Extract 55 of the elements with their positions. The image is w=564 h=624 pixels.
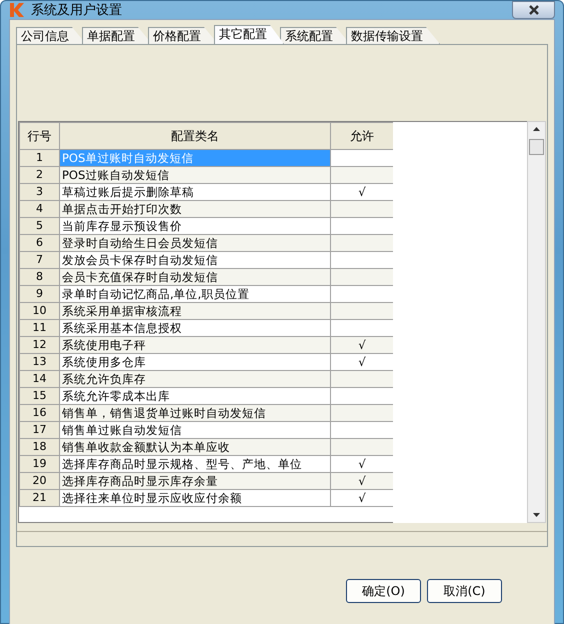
check-cell[interactable] — [330, 438, 393, 456]
table-cell[interactable]: 系统采用单据审核流程 — [60, 302, 330, 320]
check-cell[interactable] — [330, 302, 393, 320]
table-cell[interactable]: 销售单收款金额默认为本单应收 — [60, 438, 330, 456]
table-cell[interactable]: 会员卡充值保存时自动发短信 — [60, 268, 330, 286]
table-cell[interactable]: 登录时自动给生日会员发短信 — [60, 234, 330, 252]
row-number: 18 — [20, 438, 60, 456]
column-header: 行号 — [20, 122, 60, 150]
table-cell[interactable]: 系统允许负库存 — [60, 370, 330, 388]
table-cell[interactable]: 系统使用电子秤 — [60, 336, 330, 354]
row-number: 14 — [20, 370, 60, 388]
check-cell[interactable]: √ — [330, 472, 393, 490]
row-number: 5 — [20, 218, 60, 234]
row-number: 3 — [20, 184, 60, 200]
row-number: 10 — [20, 302, 60, 320]
row-number: 2 — [20, 166, 60, 184]
check-cell[interactable] — [330, 200, 393, 218]
tab[interactable]: 其它配置 — [214, 25, 284, 44]
row-number: 21 — [20, 490, 60, 506]
row-number: 4 — [20, 200, 60, 218]
row-number: 17 — [20, 422, 60, 438]
check-cell[interactable] — [330, 370, 393, 388]
scrollbar[interactable] — [527, 121, 546, 523]
app-logo-icon — [9, 2, 25, 18]
row-number: 12 — [20, 336, 60, 354]
table-cell[interactable]: 选择库存商品时显示库存余量 — [60, 472, 330, 490]
row-number: 19 — [20, 456, 60, 472]
table-cell[interactable]: POS过账自动发短信 — [60, 166, 330, 184]
tab[interactable]: 数据传输设置 — [346, 27, 440, 44]
dialog-button[interactable]: 确定(O) — [346, 579, 421, 603]
row-number: 7 — [20, 252, 60, 268]
row-number: 16 — [20, 404, 60, 422]
check-cell[interactable] — [330, 234, 393, 252]
row-number: 8 — [20, 268, 60, 286]
table-cell[interactable]: 单据点击开始打印次数 — [60, 200, 330, 218]
check-cell[interactable]: √ — [330, 336, 393, 354]
check-cell[interactable] — [330, 166, 393, 184]
table-cell[interactable]: 销售单，销售退货单过账时自动发短信 — [60, 404, 330, 422]
check-cell[interactable] — [330, 404, 393, 422]
dialog-button[interactable]: 取消(C) — [427, 579, 502, 603]
scroll-thumb[interactable] — [529, 139, 544, 155]
row-number: 11 — [20, 320, 60, 336]
column-header: 配置类名 — [60, 122, 330, 150]
window-title: 系统及用户设置 — [31, 2, 122, 19]
row-number: 6 — [20, 234, 60, 252]
column-header: 允许 — [330, 122, 393, 150]
row-number: 1 — [20, 150, 60, 166]
row-number: 9 — [20, 286, 60, 302]
row-number: 13 — [20, 354, 60, 370]
row-number: 20 — [20, 472, 60, 490]
close-icon — [528, 5, 540, 15]
close-button[interactable] — [512, 1, 555, 19]
row-number: 15 — [20, 388, 60, 404]
table-cell[interactable]: 选择往来单位时显示应收应付余额 — [60, 490, 330, 506]
check-cell[interactable] — [330, 268, 393, 286]
